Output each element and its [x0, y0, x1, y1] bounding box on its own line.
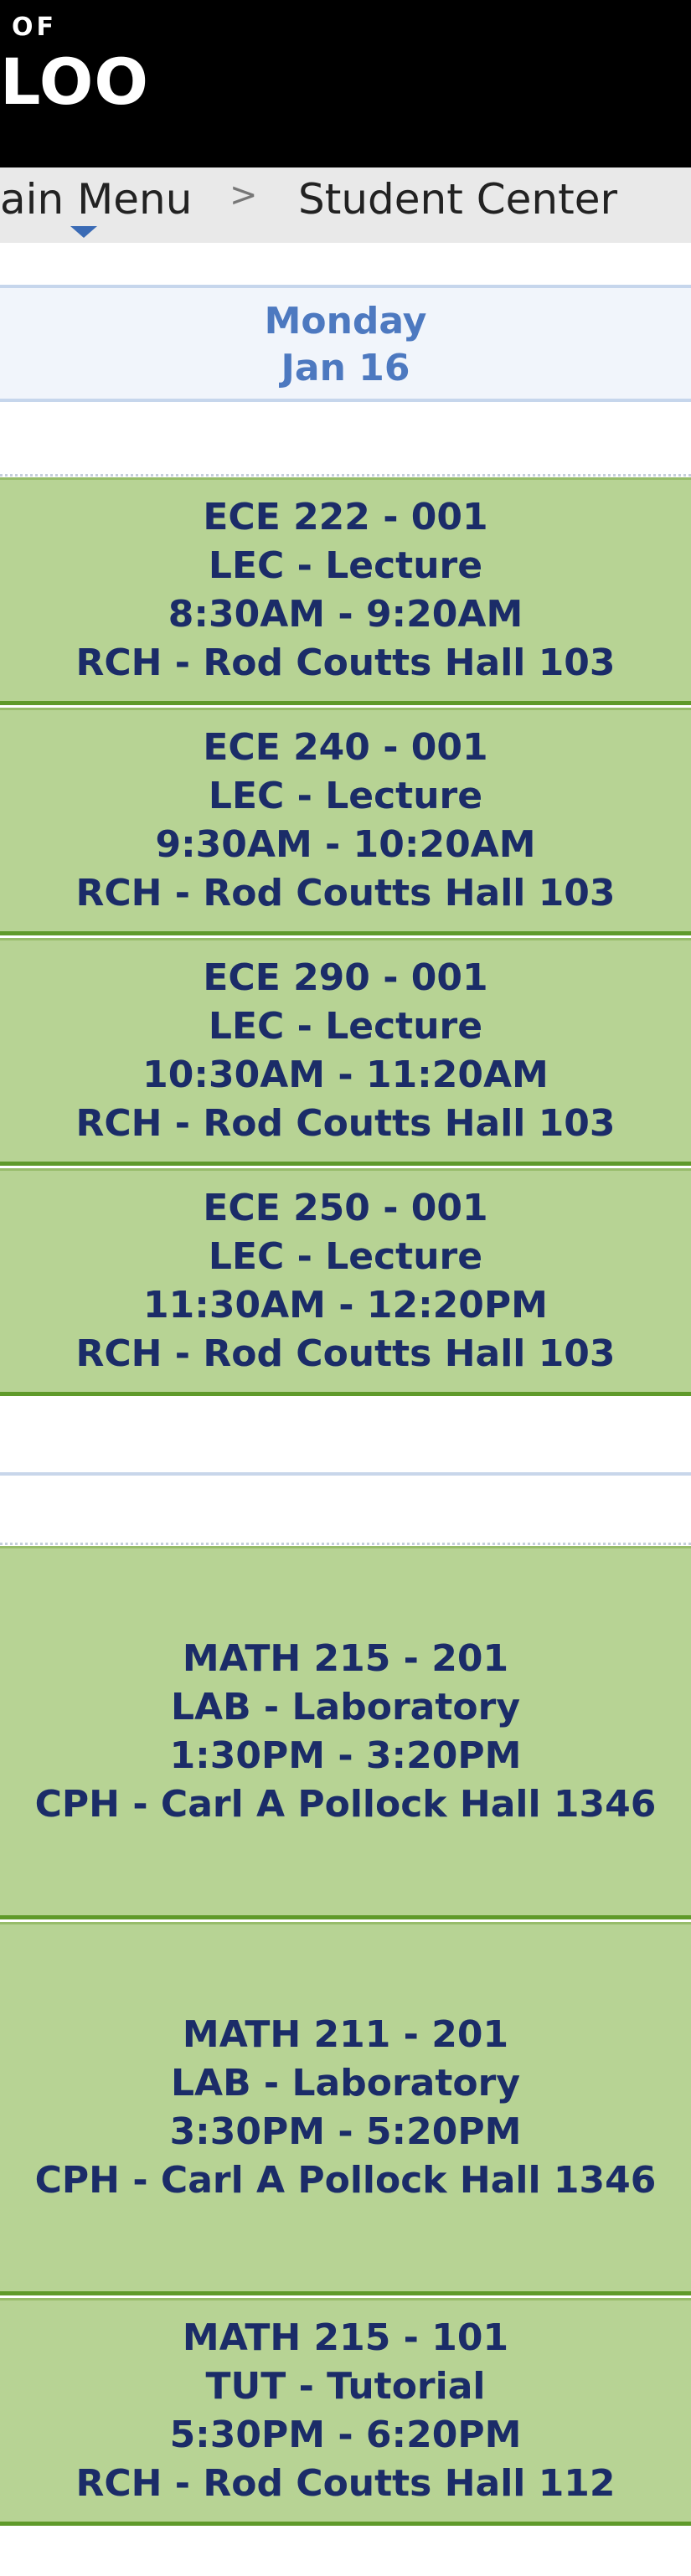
class-component: LEC - Lecture	[208, 1235, 483, 1278]
class-location: RCH - Rod Coutts Hall 103	[75, 1332, 616, 1375]
breadcrumb: ain Menu > Student Center	[0, 167, 691, 243]
class-time: 9:30AM - 10:20AM	[155, 823, 536, 866]
class-block[interactable]: ECE 290 - 001 LEC - Lecture 10:30AM - 11…	[0, 938, 691, 1166]
day-date: Jan 16	[281, 347, 410, 389]
university-header: OF LOO	[0, 0, 691, 167]
class-block[interactable]: ECE 240 - 001 LEC - Lecture 9:30AM - 10:…	[0, 708, 691, 935]
class-time: 5:30PM - 6:20PM	[169, 2414, 522, 2456]
class-location: RCH - Rod Coutts Hall 103	[75, 872, 616, 914]
class-course: ECE 250 - 001	[203, 1187, 488, 1229]
class-component: LAB - Laboratory	[170, 1686, 520, 1728]
class-time: 11:30AM - 12:20PM	[143, 1284, 548, 1327]
hour-divider	[0, 1472, 691, 1476]
class-component: LEC - Lecture	[208, 1005, 483, 1048]
logo-text-top: OF	[12, 13, 57, 42]
schedule-divider	[0, 474, 691, 477]
day-column-header: Monday Jan 16	[0, 285, 691, 402]
day-name: Monday	[264, 300, 427, 343]
class-course: MATH 215 - 101	[182, 2316, 509, 2359]
class-component: LEC - Lecture	[208, 544, 483, 587]
breadcrumb-separator-icon: >	[229, 176, 258, 214]
class-block[interactable]: MATH 215 - 201 LAB - Laboratory 1:30PM -…	[0, 1546, 691, 1919]
class-location: CPH - Carl A Pollock Hall 1346	[34, 1783, 657, 1826]
class-component: LAB - Laboratory	[170, 2062, 520, 2105]
class-component: LEC - Lecture	[208, 775, 483, 817]
class-location: RCH - Rod Coutts Hall 103	[75, 641, 616, 684]
logo-text-main: LOO	[0, 44, 149, 119]
class-time: 3:30PM - 5:20PM	[169, 2110, 522, 2153]
class-time: 8:30AM - 9:20AM	[168, 593, 523, 636]
schedule-divider	[0, 1543, 691, 1545]
class-location: CPH - Carl A Pollock Hall 1346	[34, 2159, 657, 2202]
class-course: ECE 290 - 001	[203, 956, 488, 999]
class-location: RCH - Rod Coutts Hall 112	[75, 2462, 616, 2505]
class-course: ECE 222 - 001	[203, 496, 488, 538]
class-component: TUT - Tutorial	[205, 2365, 486, 2408]
breadcrumb-student-center[interactable]: Student Center	[298, 175, 617, 224]
breadcrumb-main-menu[interactable]: ain Menu	[0, 175, 192, 224]
menu-dropdown-caret-icon[interactable]	[70, 226, 97, 238]
class-block[interactable]: MATH 211 - 201 LAB - Laboratory 3:30PM -…	[0, 1922, 691, 2295]
class-course: ECE 240 - 001	[203, 726, 488, 769]
class-course: MATH 215 - 201	[182, 1637, 509, 1680]
class-location: RCH - Rod Coutts Hall 103	[75, 1102, 616, 1145]
class-block[interactable]: ECE 222 - 001 LEC - Lecture 8:30AM - 9:2…	[0, 477, 691, 705]
class-block[interactable]: MATH 215 - 101 TUT - Tutorial 5:30PM - 6…	[0, 2298, 691, 2526]
class-time: 10:30AM - 11:20AM	[142, 1054, 549, 1096]
class-time: 1:30PM - 3:20PM	[169, 1734, 522, 1777]
class-block[interactable]: ECE 250 - 001 LEC - Lecture 11:30AM - 12…	[0, 1168, 691, 1396]
class-course: MATH 211 - 201	[182, 2013, 509, 2056]
